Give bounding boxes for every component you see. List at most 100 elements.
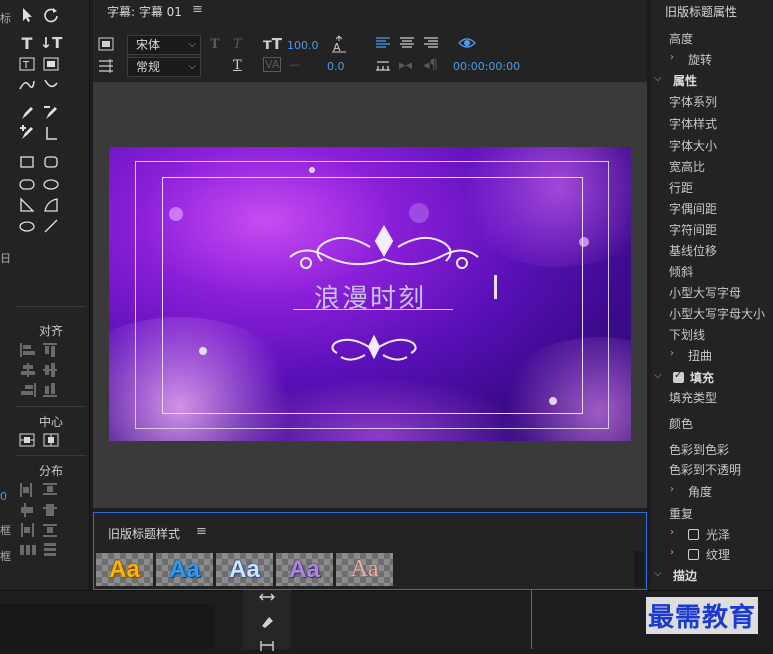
vertical-type-tool-icon[interactable]: ↓T bbox=[40, 34, 63, 52]
line-tool-icon[interactable] bbox=[40, 217, 62, 235]
align-top-icon[interactable] bbox=[43, 343, 59, 357]
property-row[interactable]: 倾斜 bbox=[651, 262, 773, 282]
checkbox[interactable] bbox=[673, 370, 684, 383]
delete-anchor-tool-icon[interactable] bbox=[40, 104, 62, 122]
type-tool-icon[interactable]: T bbox=[16, 34, 38, 53]
property-row[interactable]: 字体样式 bbox=[651, 114, 773, 134]
property-row[interactable]: ⌵ 属性 bbox=[651, 71, 773, 91]
property-row[interactable]: › 旋转 bbox=[651, 50, 773, 70]
style-swatch[interactable]: Aa bbox=[216, 553, 273, 586]
align-left-text-icon[interactable] bbox=[375, 36, 391, 54]
checkbox[interactable] bbox=[688, 549, 699, 560]
align-left-icon[interactable] bbox=[20, 343, 36, 357]
vertical-area-type-tool-icon[interactable] bbox=[40, 55, 62, 73]
style-swatch[interactable]: Aa bbox=[336, 553, 393, 586]
distribute-left-icon[interactable] bbox=[20, 483, 36, 497]
show-background-video-icon[interactable] bbox=[458, 36, 476, 54]
rectangle-tool-icon[interactable] bbox=[16, 153, 38, 171]
tab-stops-icon[interactable] bbox=[98, 58, 114, 78]
align-horizontal-center-icon[interactable] bbox=[20, 363, 36, 377]
path-type-tool-icon[interactable] bbox=[16, 76, 38, 94]
property-row[interactable]: 字符间距 bbox=[651, 220, 773, 240]
area-type-tool-icon[interactable]: T bbox=[16, 55, 38, 73]
chevron-down-icon[interactable]: ⌵ bbox=[654, 568, 662, 579]
distribute-vertical-center-icon[interactable] bbox=[43, 503, 59, 517]
bold-icon[interactable]: T bbox=[210, 37, 220, 52]
align-right-text-icon[interactable] bbox=[423, 36, 439, 54]
property-row[interactable]: 高度 bbox=[651, 29, 773, 49]
property-row[interactable]: 填充类型 bbox=[651, 388, 773, 408]
style-swatch[interactable]: Aa bbox=[276, 553, 333, 586]
distribute-horizontal-center-icon[interactable] bbox=[20, 503, 36, 517]
property-row[interactable]: 重复 bbox=[651, 504, 773, 524]
ripple-edit-tool-icon[interactable] bbox=[256, 588, 278, 606]
property-row[interactable]: 宽高比 bbox=[651, 157, 773, 177]
underline-icon[interactable]: T bbox=[233, 58, 242, 73]
property-row[interactable]: › 角度 bbox=[651, 482, 773, 502]
align-right-icon[interactable] bbox=[20, 383, 36, 397]
chevron-down-icon[interactable]: ⌵ bbox=[654, 370, 662, 381]
background-timecode[interactable]: 00:00:00:00 bbox=[453, 60, 520, 73]
property-row[interactable]: 基线位移 bbox=[651, 241, 773, 261]
wedge-tool-icon[interactable] bbox=[16, 196, 38, 214]
chevron-right-icon[interactable]: › bbox=[670, 547, 674, 558]
property-row[interactable]: › 光泽 bbox=[651, 525, 773, 545]
step-back-icon[interactable]: ▸◂ bbox=[399, 58, 412, 73]
distribute-horizontal-even-icon[interactable] bbox=[20, 543, 36, 557]
chevron-right-icon[interactable]: › bbox=[670, 52, 674, 63]
center-vertical-icon[interactable] bbox=[40, 431, 62, 449]
chevron-down-icon[interactable]: ⌵ bbox=[654, 73, 662, 84]
font-size-value[interactable]: 100.0 bbox=[287, 39, 319, 52]
new-title-icon[interactable] bbox=[98, 36, 114, 56]
property-row[interactable]: 颜色 bbox=[651, 414, 773, 434]
arc-tool-icon[interactable] bbox=[40, 196, 62, 214]
property-row[interactable]: › 扭曲 bbox=[651, 346, 773, 366]
font-style-dropdown[interactable]: 常规 ⌵ bbox=[127, 57, 201, 77]
property-row[interactable]: 字体大小 bbox=[651, 136, 773, 156]
title-preview-canvas[interactable]: 浪漫时刻 bbox=[109, 147, 631, 441]
property-row[interactable]: › 纹理 bbox=[651, 545, 773, 565]
property-row[interactable]: ⌵ 填充 bbox=[651, 368, 773, 388]
align-bottom-icon[interactable] bbox=[43, 383, 59, 397]
distribute-right-icon[interactable] bbox=[20, 523, 36, 537]
pen-tool-icon[interactable] bbox=[16, 104, 38, 122]
distribute-vertical-even-icon[interactable] bbox=[43, 543, 59, 557]
property-row[interactable]: 字偶间距 bbox=[651, 199, 773, 219]
chevron-right-icon[interactable]: › bbox=[670, 527, 674, 538]
kerning-value[interactable]: 0.0 bbox=[327, 60, 345, 73]
step-forward-icon[interactable]: ◂¶ bbox=[423, 58, 438, 73]
add-anchor-tool-icon[interactable] bbox=[16, 124, 38, 142]
property-row[interactable]: 色彩到不透明 bbox=[651, 460, 773, 480]
align-center-text-icon[interactable] bbox=[399, 36, 415, 54]
font-family-dropdown[interactable]: 宋体 ⌵ bbox=[127, 35, 201, 55]
clipped-corner-rectangle-tool-icon[interactable] bbox=[16, 175, 38, 193]
title-panel-tab[interactable]: 字幕: 字幕 01 ≡ bbox=[93, 0, 647, 22]
rounded-rectangle-tool-icon[interactable] bbox=[40, 153, 62, 171]
rotation-tool-icon[interactable] bbox=[40, 6, 62, 24]
distribute-bottom-icon[interactable] bbox=[43, 523, 59, 537]
style-swatch[interactable]: Aa bbox=[96, 553, 153, 586]
chevron-right-icon[interactable]: › bbox=[670, 348, 674, 359]
property-row[interactable]: 下划线 bbox=[651, 325, 773, 345]
center-horizontal-icon[interactable] bbox=[16, 431, 38, 449]
razor-tool-icon[interactable] bbox=[256, 613, 278, 631]
chevron-right-icon[interactable]: › bbox=[670, 484, 674, 495]
property-row[interactable]: 小型大写字母大小 bbox=[651, 304, 773, 324]
selection-tool-icon[interactable] bbox=[16, 6, 38, 24]
rounded-corner-rectangle-tool-icon[interactable] bbox=[40, 175, 62, 193]
align-vertical-center-icon[interactable] bbox=[43, 363, 59, 377]
convert-anchor-tool-icon[interactable] bbox=[40, 124, 62, 142]
property-row[interactable]: 字体系列 bbox=[651, 92, 773, 112]
styles-scrollbar[interactable] bbox=[634, 551, 644, 587]
tab-stops-ruler-icon[interactable] bbox=[375, 58, 391, 76]
style-swatch[interactable]: Aa bbox=[156, 553, 213, 586]
timeline-playhead[interactable] bbox=[531, 590, 532, 649]
panel-menu-icon[interactable]: ≡ bbox=[196, 524, 207, 539]
slip-tool-icon[interactable] bbox=[256, 636, 278, 654]
ellipse-tool-icon[interactable] bbox=[16, 217, 38, 235]
property-row[interactable]: ⌵ 描边 bbox=[651, 566, 773, 586]
property-row[interactable]: 行距 bbox=[651, 178, 773, 198]
property-row[interactable]: 色彩到色彩 bbox=[651, 440, 773, 460]
property-row[interactable]: 小型大写字母 bbox=[651, 283, 773, 303]
distribute-top-icon[interactable] bbox=[43, 483, 59, 497]
